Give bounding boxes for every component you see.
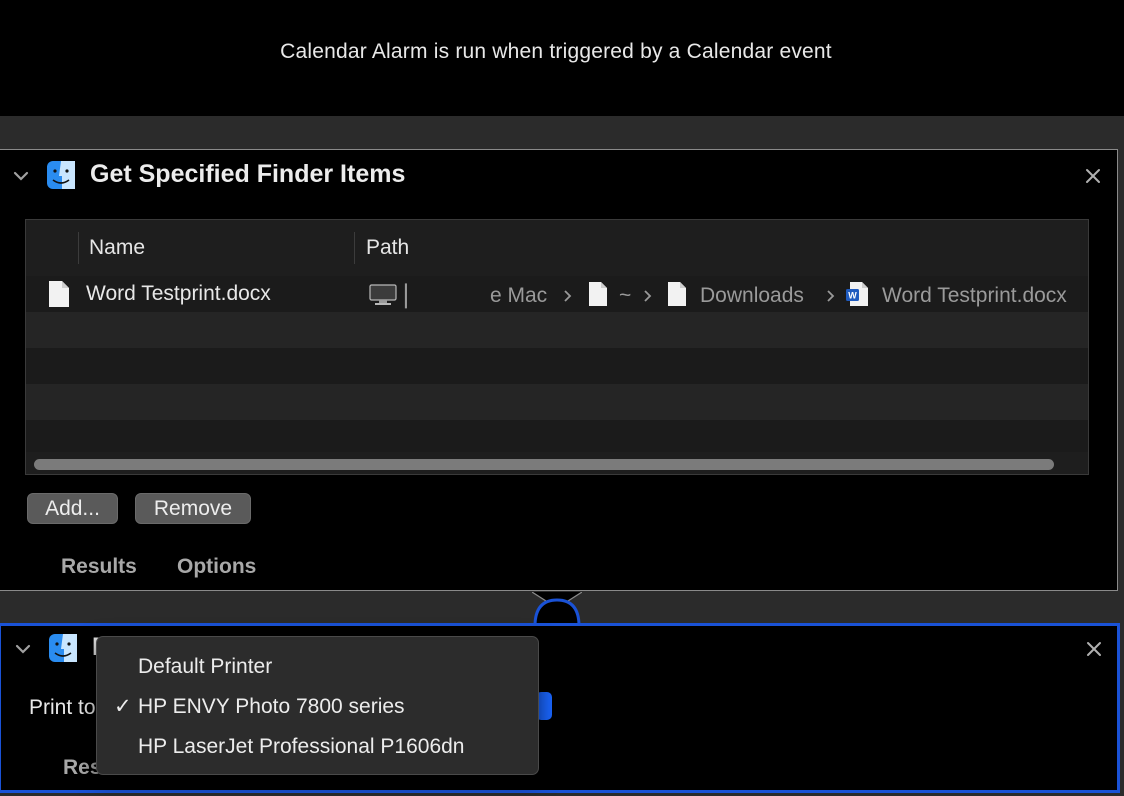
menu-item-label: HP LaserJet Professional P1606dn [138, 735, 465, 758]
table-row[interactable] [26, 420, 1088, 452]
path-segment-home: ~ [619, 284, 632, 307]
menu-item-hp-laserjet[interactable]: HP LaserJet Professional P1606dn [97, 729, 538, 765]
svg-text:W: W [848, 291, 857, 301]
chevron-right-icon [827, 290, 835, 302]
column-header-path[interactable]: Path [366, 236, 409, 260]
document-icon [49, 281, 69, 307]
computer-icon [369, 284, 397, 305]
print-to-label: Print to [29, 696, 96, 719]
chevron-right-icon [644, 290, 652, 302]
chevron-down-icon[interactable] [13, 639, 33, 659]
action-connector [532, 592, 582, 626]
action-title: Get Specified Finder Items [90, 160, 406, 188]
column-separator[interactable] [78, 232, 79, 264]
workflow-description: Calendar Alarm is run when triggered by … [280, 40, 832, 63]
table-row[interactable] [26, 348, 1088, 384]
finder-icon [49, 634, 77, 662]
add-button[interactable]: Add... [27, 493, 118, 524]
finder-icon [47, 161, 75, 189]
table-row[interactable]: Word Testprint.docx ▏ e Mac ~ Downloads [26, 276, 1088, 312]
checkmark-icon: ✓ [114, 695, 132, 718]
horizontal-scrollbar[interactable] [26, 452, 1088, 474]
tab-options[interactable]: Options [177, 555, 256, 579]
close-icon[interactable] [1084, 167, 1102, 185]
scrollbar-thumb[interactable] [34, 459, 1054, 470]
column-separator[interactable] [354, 232, 355, 264]
file-name-cell: Word Testprint.docx [86, 282, 271, 305]
menu-item-label: HP ENVY Photo 7800 series [138, 695, 405, 718]
table-row[interactable] [26, 312, 1088, 348]
column-header-name[interactable]: Name [89, 236, 145, 260]
document-icon [589, 282, 607, 306]
path-segment-file: Word Testprint.docx [882, 284, 1067, 307]
chevron-down-icon[interactable] [11, 166, 31, 186]
tab-results[interactable]: Results [61, 555, 137, 579]
finder-items-table[interactable]: Name Path Word Testprint.docx ▏ e Mac ~ [25, 219, 1089, 475]
path-segment-downloads: Downloads [700, 284, 804, 307]
printer-dropdown-menu[interactable]: Default Printer ✓ HP ENVY Photo 7800 ser… [96, 636, 539, 775]
close-icon[interactable] [1085, 640, 1103, 658]
path-segment-mac: e Mac [490, 284, 548, 307]
workflow-header: Calendar Alarm is run when triggered by … [0, 0, 1124, 116]
word-document-icon: W [846, 282, 868, 306]
menu-item-default-printer[interactable]: Default Printer [97, 649, 538, 685]
path-segment-computer: ▏ [405, 285, 422, 308]
table-row[interactable] [26, 384, 1088, 420]
table-header: Name Path [26, 220, 1088, 277]
menu-item-label: Default Printer [138, 655, 273, 678]
document-icon [668, 282, 686, 306]
menu-item-hp-envy[interactable]: ✓ HP ENVY Photo 7800 series [97, 689, 538, 725]
chevron-right-icon [564, 290, 572, 302]
action-get-specified-finder-items[interactable]: Get Specified Finder Items Name Path Wor… [0, 149, 1118, 591]
remove-button[interactable]: Remove [135, 493, 251, 524]
